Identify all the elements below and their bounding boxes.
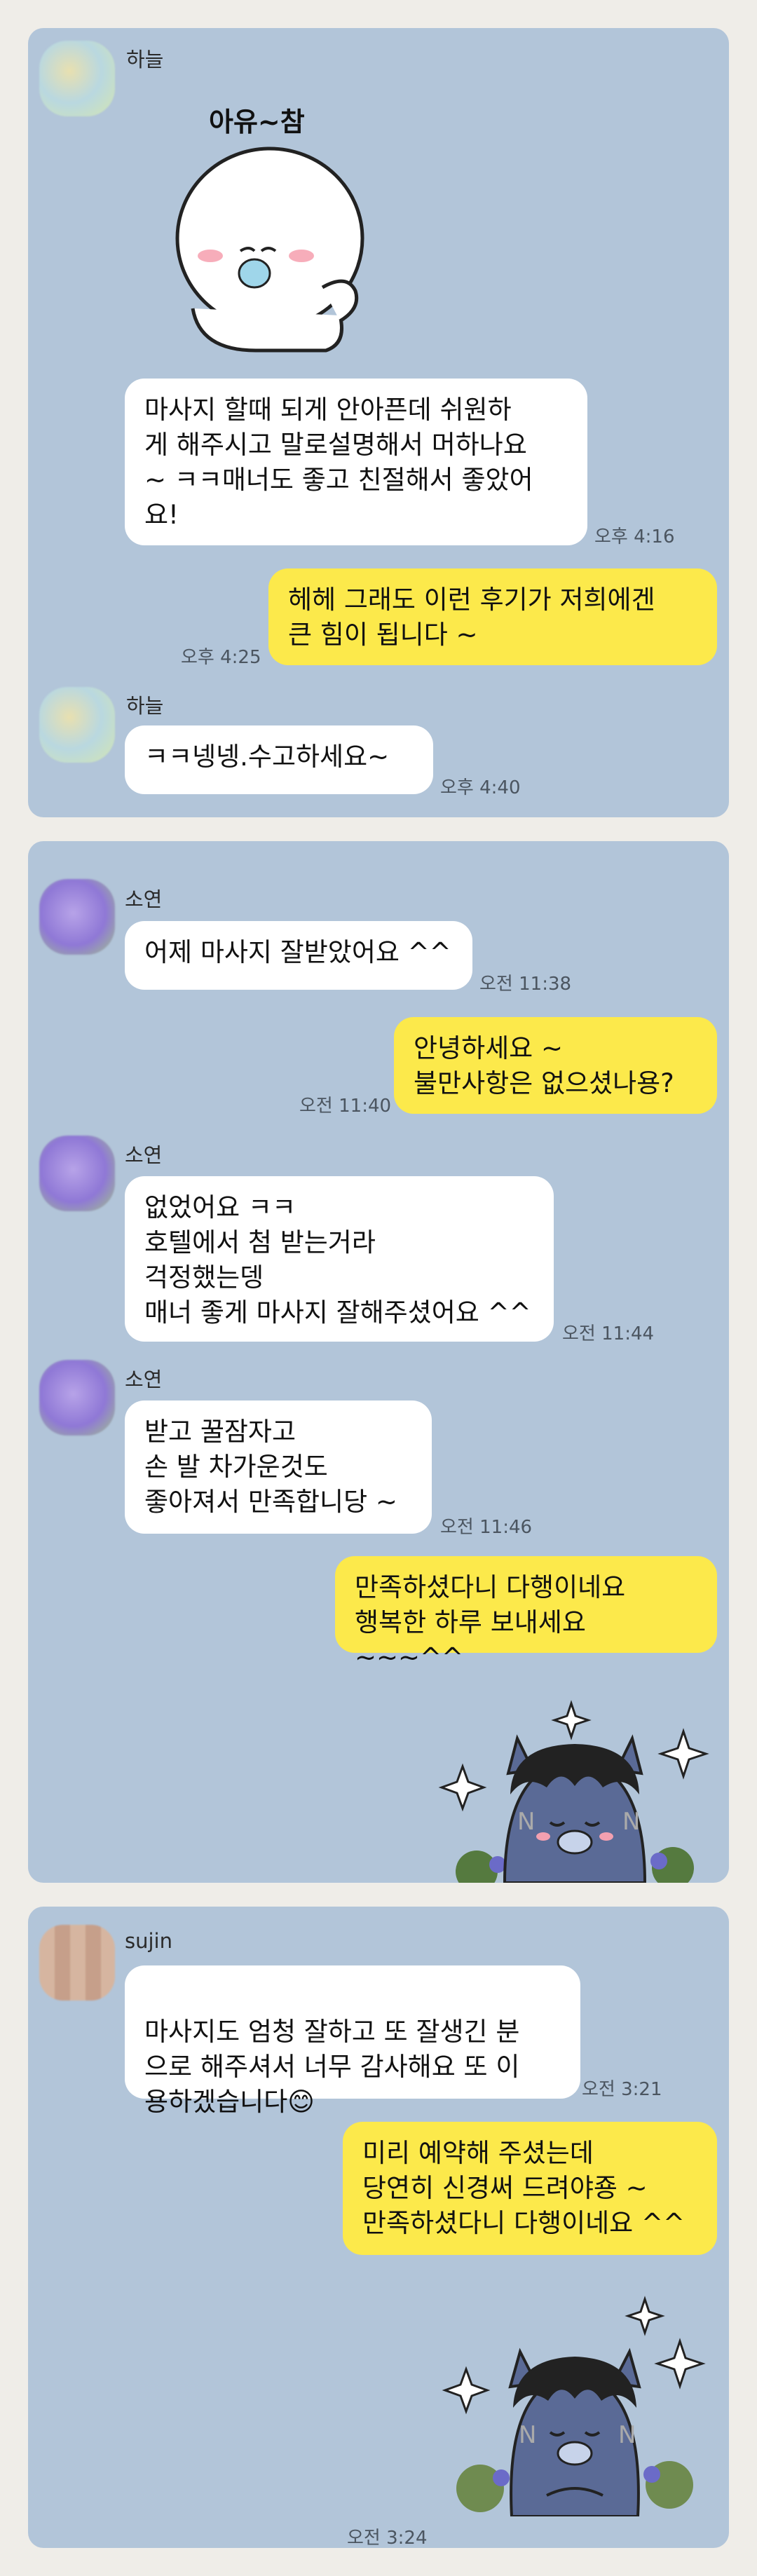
message-time: 오전 3:21 xyxy=(582,2079,662,2100)
svg-text:N: N xyxy=(517,1808,535,1836)
svg-text:N: N xyxy=(519,2421,536,2449)
outgoing-message[interactable]: 헤헤 그래도 이런 후기가 저희에겐 큰 힘이 됩니다 ~ xyxy=(268,568,717,665)
svg-text:N: N xyxy=(622,1808,640,1836)
avatar-haneul[interactable] xyxy=(39,687,115,763)
message-text: 마사지도 엄청 잘하고 또 잘생긴 분 으로 해주셔서 너무 감사해요 또 이 … xyxy=(144,2017,520,2117)
chat-panel-2: 소연 어제 마사지 잘받았어요 ^^ 오전 11:38 안녕하세요 ~ 불만사항… xyxy=(28,841,729,1883)
sender-name: 소연 xyxy=(125,1143,163,1167)
message-time: 오전 11:38 xyxy=(479,974,572,995)
outgoing-message[interactable]: 미리 예약해 주셨는데 당연히 신경써 드려야죵 ~ 만족하셨다니 다행이네요 … xyxy=(343,2122,717,2255)
outgoing-message[interactable]: 만족하셨다니 다행이네요 행복한 하루 보내세요 ~~~^^ xyxy=(335,1556,717,1672)
chat-panel-1: 하늘 아유~참 마사지 할때 되게 안아픈데 쉬원하 게 해주시고 말로설명해서… xyxy=(28,28,729,817)
avatar-haneul[interactable] xyxy=(39,41,115,116)
sender-name: sujin xyxy=(125,1929,172,1953)
sender-name: 소연 xyxy=(125,887,163,911)
message-time: 오전 3:24 xyxy=(347,2528,428,2549)
message-time: 오후 4:25 xyxy=(181,647,261,668)
sender-name: 하늘 xyxy=(126,694,164,718)
cat-character-sticker-icon: N N xyxy=(438,1700,709,1883)
avatar-soyeon[interactable] xyxy=(39,879,115,955)
avatar-soyeon[interactable] xyxy=(39,1360,115,1436)
sender-name: 하늘 xyxy=(126,48,164,71)
incoming-message[interactable]: 마사지도 엄청 잘하고 또 잘생긴 분 으로 해주셔서 너무 감사해요 또 이 … xyxy=(125,1965,580,2117)
message-time: 오전 11:46 xyxy=(440,1517,533,1538)
cat-character-sticker-icon: N N xyxy=(442,2296,706,2516)
sticker-caption: 아유~참 xyxy=(209,107,305,137)
incoming-message[interactable]: 받고 꿀잠자고 손 발 차가운것도 좋아져서 만족합니당 ~ xyxy=(125,1401,432,1534)
avatar-soyeon[interactable] xyxy=(39,1136,115,1211)
incoming-message[interactable]: ㅋㅋ넹넹.수고하세요~ xyxy=(125,725,433,794)
smile-emoji-icon: 😊 xyxy=(287,2087,315,2117)
svg-text:N: N xyxy=(618,2421,636,2449)
smiling-blob-sticker-icon xyxy=(175,146,364,353)
sender-name: 소연 xyxy=(125,1368,163,1391)
message-time: 오후 4:40 xyxy=(440,777,521,798)
chat-panel-3: sujin 마사지도 엄청 잘하고 또 잘생긴 분 으로 해주셔서 너무 감사해… xyxy=(28,1907,729,2549)
message-time: 오전 11:40 xyxy=(299,1096,392,1117)
message-time: 오전 11:44 xyxy=(562,1323,655,1344)
incoming-message[interactable]: 어제 마사지 잘받았어요 ^^ xyxy=(125,921,472,990)
outgoing-message[interactable]: 안녕하세요 ~ 불만사항은 없으셨나용? xyxy=(394,1017,717,1114)
incoming-message[interactable]: 없었어요 ㅋㅋ 호텔에서 첨 받는거라 걱정했는뎅 매너 좋게 마사지 잘해주셨… xyxy=(125,1176,554,1342)
incoming-message[interactable]: 마사지 할때 되게 안아픈데 쉬원하 게 해주시고 말로설명해서 머하나요 ~ … xyxy=(125,379,587,545)
avatar-sujin[interactable] xyxy=(39,1925,115,2001)
message-time: 오후 4:16 xyxy=(594,526,675,547)
